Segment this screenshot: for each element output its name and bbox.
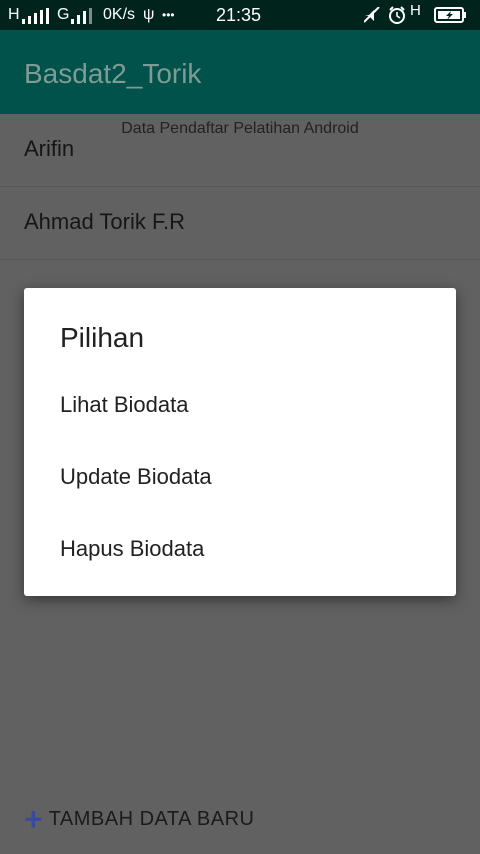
list-item-arifin[interactable]: Arifin [0, 114, 480, 187]
options-dialog: Pilihan Lihat Biodata Update Biodata Hap… [24, 288, 456, 596]
add-button-label: TAMBAH DATA BARU [48, 807, 255, 830]
network-speed: 0K/s [103, 6, 136, 23]
sim1-signal-icon [22, 8, 49, 24]
app-bar: Basdat2_Torik [0, 30, 480, 114]
add-new-data-button[interactable]: + TAMBAH DATA BARU [24, 801, 255, 837]
sim2-signal-icon [71, 8, 92, 24]
status-time: 21:35 [216, 5, 262, 25]
option-delete-biodata[interactable]: Hapus Biodata [24, 520, 456, 580]
sim2-network-label: G [57, 6, 70, 23]
list-item-name: Arifin [24, 136, 75, 161]
more-notifications-icon: ••• [162, 8, 175, 22]
mobile-data-label: H [410, 2, 421, 19]
list-item-name: Ahmad Torik F.R [24, 209, 185, 234]
sim1-network-label: H [8, 6, 20, 23]
status-bar: H G 0K/s ψ ••• 21:35 H [0, 0, 480, 30]
option-label: Update Biodata [60, 464, 212, 489]
dialog-title: Pilihan [60, 322, 145, 353]
list-item-ahmad-torik[interactable]: Ahmad Torik F.R [0, 187, 480, 260]
alarm-clock-icon [389, 6, 405, 24]
option-label: Hapus Biodata [60, 536, 205, 561]
mute-icon [364, 7, 380, 23]
option-view-biodata[interactable]: Lihat Biodata [24, 376, 456, 436]
plus-icon: + [24, 801, 43, 837]
option-label: Lihat Biodata [60, 392, 189, 417]
app-title: Basdat2_Torik [24, 58, 202, 89]
option-update-biodata[interactable]: Update Biodata [24, 448, 456, 508]
usb-icon: ψ [143, 6, 155, 23]
battery-charging-icon [434, 7, 466, 23]
